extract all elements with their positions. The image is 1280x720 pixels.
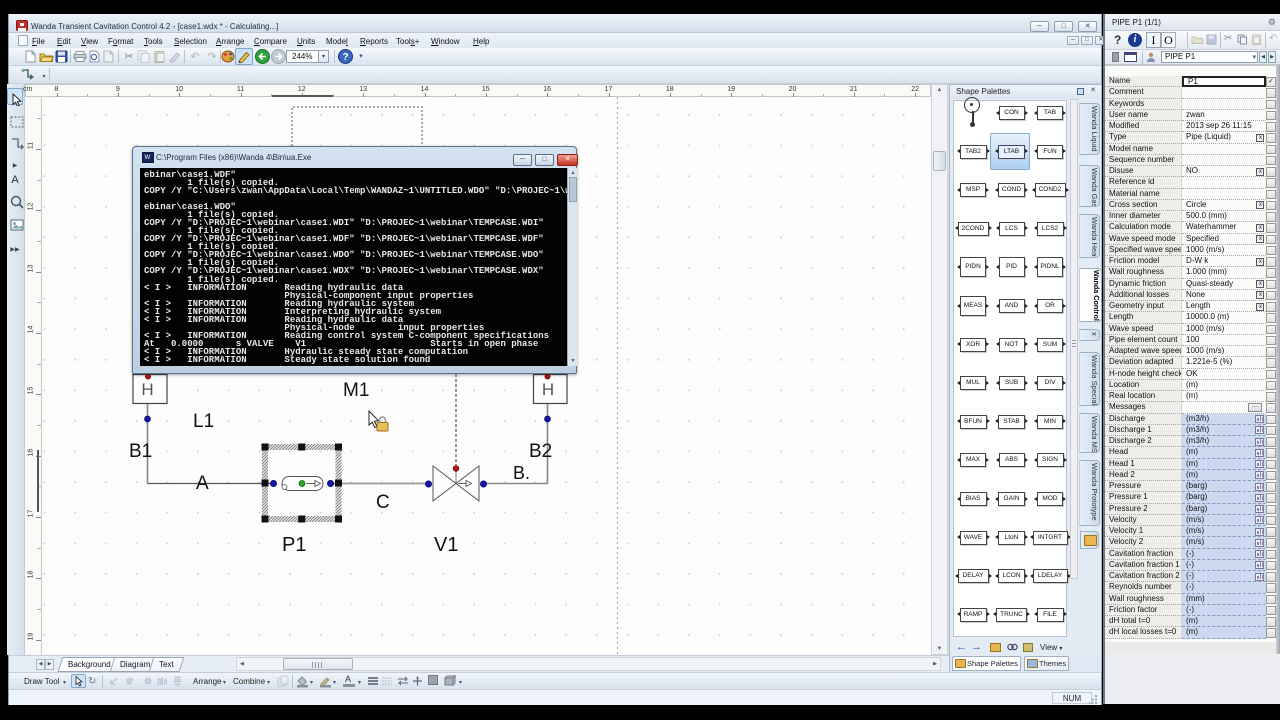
svg-text:P1: P1 <box>282 534 306 556</box>
svg-text:M1: M1 <box>343 380 369 401</box>
svg-text:B2: B2 <box>529 441 552 462</box>
svg-text:C: C <box>376 492 390 513</box>
svg-text:A: A <box>196 473 209 494</box>
svg-text:H: H <box>141 380 153 399</box>
svg-text:?: ? <box>342 52 348 63</box>
svg-text:B.: B. <box>513 463 530 483</box>
svg-text:V1: V1 <box>434 534 458 556</box>
svg-text:L1: L1 <box>193 411 214 432</box>
svg-text:B1: B1 <box>129 441 152 462</box>
svg-text:H: H <box>542 380 554 399</box>
